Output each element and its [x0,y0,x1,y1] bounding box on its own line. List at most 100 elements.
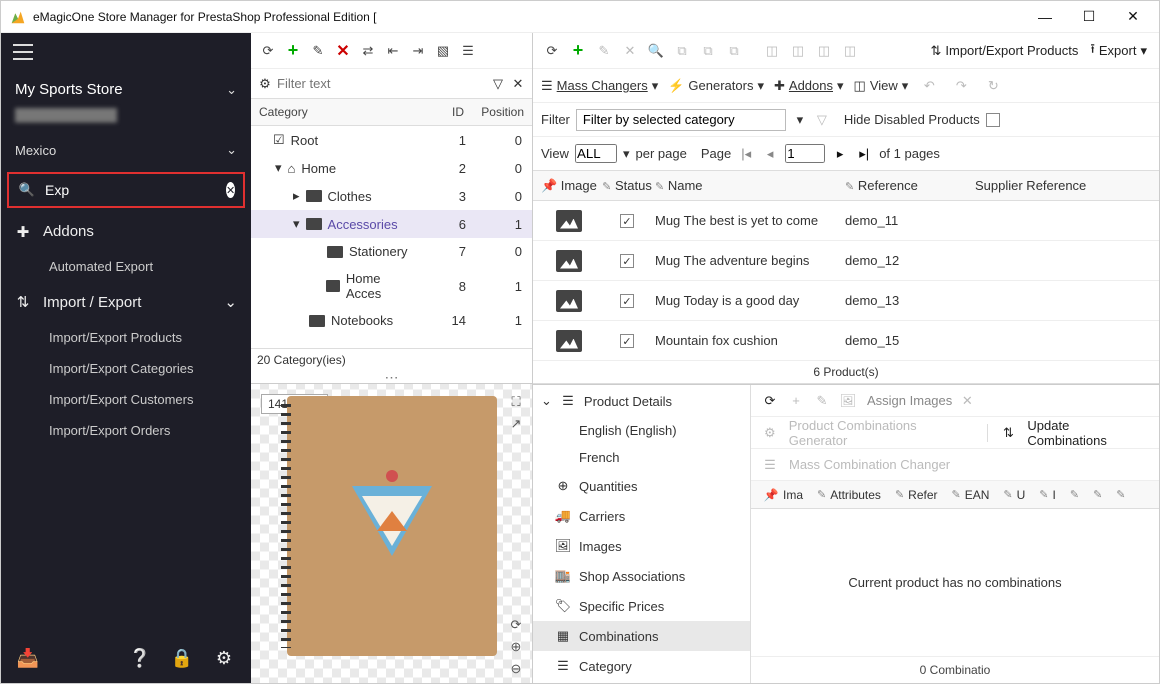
first-page-button[interactable]: |◂ [737,145,755,163]
grp-d-button[interactable]: ◫ [839,40,861,62]
mass-changers-dropdown[interactable]: ☰ Mass Changers ▾ [541,78,658,94]
table-row[interactable]: ✓Mountain fox cushiondemo_15 [533,321,1159,361]
generators-dropdown[interactable]: ⚡ Generators ▾ [668,78,764,94]
sidebar-subitem-ie-customers[interactable]: Import/Export Customers [1,384,251,415]
nav-category[interactable]: ☰Category [533,651,750,681]
expand-icon[interactable]: ▸ [293,188,300,204]
search-products-button[interactable]: 🔍 [645,40,667,62]
redo-button[interactable]: ↷ [950,75,972,97]
splitter-handle[interactable]: ⋯ [251,371,532,383]
add-combination-button[interactable]: + [785,390,807,412]
import-export-products-button[interactable]: ⇅ Import/Export Products [926,41,1082,61]
grp-a-button[interactable]: ◫ [761,40,783,62]
tree-row[interactable]: ▾Accessories61 [251,210,532,238]
grp-c-button[interactable]: ◫ [813,40,835,62]
hide-disabled-checkbox[interactable] [986,113,1000,127]
history-button[interactable]: ↻ [982,75,1004,97]
window-close-button[interactable]: ✕ [1111,2,1155,32]
last-page-button[interactable]: ▸| [855,145,873,163]
window-minimize-button[interactable]: — [1023,2,1067,32]
sidebar-subitem-automated-export[interactable]: Automated Export [1,251,251,282]
tool-e-button[interactable]: ☰ [457,40,479,62]
add-category-button[interactable]: + [282,40,304,62]
lock-button[interactable]: 🔒 [161,643,203,673]
next-page-button[interactable]: ▸ [831,145,849,163]
category-filter-input[interactable] [277,76,486,91]
category-tree[interactable]: ☑Root10▾⌂Home20▸Clothes30▾Accessories61S… [251,126,532,348]
addons-dropdown[interactable]: ✚ Addons ▾ [774,78,844,94]
status-checkbox[interactable]: ✓ [620,254,634,268]
nav-images[interactable]: 🖼Images [533,531,750,561]
edit-category-button[interactable]: ✎ [307,40,329,62]
sidebar-subitem-ie-orders[interactable]: Import/Export Orders [1,415,251,446]
add-product-button[interactable]: + [567,40,589,62]
filter-funnel-icon[interactable]: ▽ [490,76,506,92]
status-checkbox[interactable]: ✓ [620,334,634,348]
mass-combination-changer[interactable]: Mass Combination Changer [789,457,950,472]
assign-images-button[interactable]: 🖼 [837,390,859,412]
hamburger-button[interactable] [1,33,251,71]
tree-row[interactable]: Notebooks141 [251,307,532,334]
nav-shop-assoc[interactable]: 🏬Shop Associations [533,561,750,591]
filter-category-select[interactable] [576,109,786,131]
refresh-combinations-button[interactable]: ⟳ [759,390,781,412]
edit-product-button[interactable]: ✎ [593,40,615,62]
sidebar-store-selector[interactable]: My Sports Store ⌄ [1,71,251,108]
window-maximize-button[interactable]: ☐ [1067,2,1111,32]
sidebar-item-addons[interactable]: ✚ Addons [1,212,251,251]
delete-category-button[interactable]: ✕ [332,40,354,62]
export-dropdown[interactable]: ⭱ Export ▾ [1086,38,1151,64]
nav-quantities[interactable]: ⊕Quantities [533,471,750,501]
tree-row[interactable]: ▾⌂Home20 [251,154,532,182]
help-button[interactable]: ❔ [119,643,161,673]
tree-row[interactable]: Stationery70 [251,238,532,265]
dropdown-icon[interactable]: ▾ [623,146,630,162]
lang-english[interactable]: English (English) [533,417,750,444]
table-row[interactable]: ✓Mug The adventure beginsdemo_12 [533,241,1159,281]
search-clear-button[interactable]: ✕ [226,182,235,198]
detail-nav-head[interactable]: ⌄ ☰ Product Details [533,385,750,417]
tool-d-button[interactable]: ▧ [432,40,454,62]
status-checkbox[interactable]: ✓ [620,294,634,308]
grp-b-button[interactable]: ◫ [787,40,809,62]
settings-button[interactable]: ⚙ [203,643,245,673]
filter-dropdown-icon[interactable]: ▾ [792,112,808,128]
table-row[interactable]: ✓Mug The best is yet to comedemo_11 [533,201,1159,241]
lang-french[interactable]: French [533,444,750,471]
expand-icon[interactable]: ▾ [275,160,282,176]
sidebar-subitem-ie-products[interactable]: Import/Export Products [1,322,251,353]
reset-zoom-icon[interactable]: ⟳ [508,617,524,633]
popout-icon[interactable]: ↗ [508,416,524,432]
undo-button[interactable]: ↶ [918,75,940,97]
per-page-select[interactable] [575,144,617,163]
tool-c-button[interactable]: ⇥ [407,40,429,62]
table-row[interactable]: ✓Mug Today is a good daydemo_13 [533,281,1159,321]
edit-combination-button[interactable]: ✎ [811,390,833,412]
sidebar-item-import-export[interactable]: ⇅ Import / Export ⌄ [1,282,251,322]
fullscreen-icon[interactable]: ⛶ [508,394,524,410]
sidebar-subitem-ie-categories[interactable]: Import/Export Categories [1,353,251,384]
copy-button[interactable]: ⧉ [671,40,693,62]
zoom-in-icon[interactable]: ⊕ [508,639,524,655]
sidebar-search[interactable]: 🔍 ✕ [7,172,245,208]
paste-button[interactable]: ⧉ [723,40,745,62]
expand-icon[interactable]: ▾ [293,216,300,232]
refresh-button[interactable]: ⟳ [257,40,279,62]
nav-carriers[interactable]: 🚚Carriers [533,501,750,531]
zoom-out-icon[interactable]: ⊖ [508,661,524,677]
sidebar-search-input[interactable] [45,182,226,198]
tool-a-button[interactable]: ⇄ [357,40,379,62]
prev-page-button[interactable]: ◂ [761,145,779,163]
sidebar-region-selector[interactable]: Mexico ⌄ [1,132,251,168]
pin-icon[interactable]: 📌 [541,178,557,194]
nav-suppliers[interactable]: 📦Suppliers [533,681,750,683]
refresh-products-button[interactable]: ⟳ [541,40,563,62]
nav-combinations[interactable]: ▦Combinations [533,621,750,651]
clone-button[interactable]: ⧉ [697,40,719,62]
filter-advanced-icon[interactable]: ▽ [814,112,830,128]
tree-row[interactable]: Home Acces81 [251,265,532,307]
inbox-button[interactable]: 📥 [7,643,49,673]
view-dropdown[interactable]: ◫ View ▾ [854,78,909,94]
status-checkbox[interactable]: ✓ [620,214,634,228]
nav-prices[interactable]: 🏷Specific Prices [533,591,750,621]
